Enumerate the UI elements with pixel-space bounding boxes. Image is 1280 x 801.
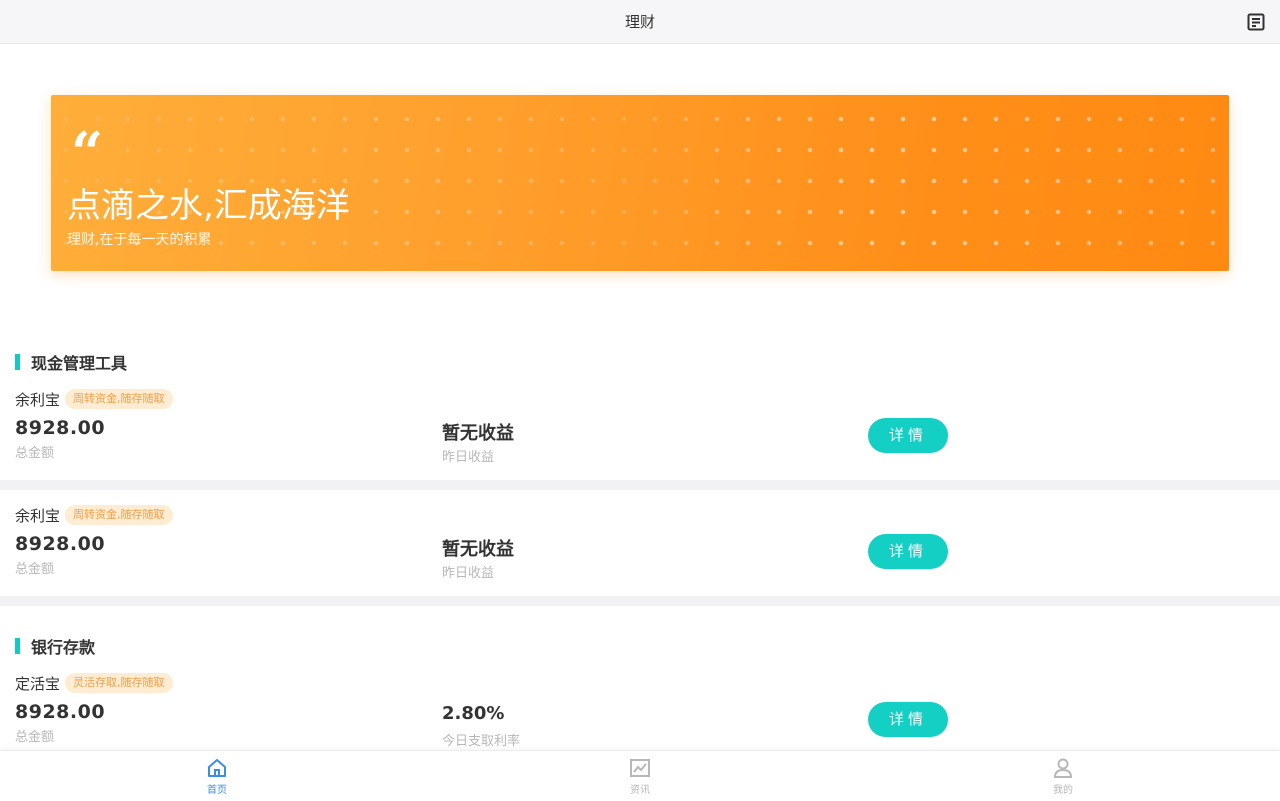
detail-button[interactable]: 详情 — [868, 418, 948, 453]
product-tag: 灵活存取,随存随取 — [65, 673, 173, 693]
total-amount-label: 总金额 — [15, 562, 55, 577]
promo-banner[interactable]: “ 点滴之水,汇成海洋 理财,在于每一天的积累 — [51, 95, 1229, 271]
tab-home[interactable]: 首页 — [177, 751, 257, 801]
yield-label: 昨日收益 — [442, 450, 495, 465]
user-icon — [1053, 758, 1073, 778]
detail-button[interactable]: 详情 — [868, 702, 948, 737]
page-title: 理财 — [624, 13, 655, 31]
section-title: 现金管理工具 — [31, 354, 128, 373]
section-header-bank: 银行存款 — [15, 636, 96, 657]
product-name-row: 定活宝 灵活存取,随存随取 — [15, 673, 173, 693]
product-name-row: 余利宝 周转资金,随存随取 — [15, 505, 173, 525]
product-name-row: 余利宝 周转资金,随存随取 — [15, 389, 173, 409]
tab-label: 首页 — [207, 785, 227, 796]
section-header-cash: 现金管理工具 — [15, 352, 128, 373]
interest-rate: 2.80% — [442, 703, 505, 724]
tab-news[interactable]: 资讯 — [600, 751, 680, 801]
divider — [0, 480, 1280, 490]
top-navbar: 理财 — [0, 0, 1280, 44]
tab-mine[interactable]: 我的 — [1023, 751, 1103, 801]
yield-label: 昨日收益 — [442, 566, 495, 581]
total-amount-label: 总金额 — [15, 446, 55, 461]
bottom-tabbar: 首页 资讯 我的 — [0, 750, 1280, 800]
yield-value: 暂无收益 — [442, 539, 514, 560]
total-amount: 8928.00 — [15, 417, 106, 439]
total-amount: 8928.00 — [15, 701, 106, 723]
quote-mark: “ — [71, 120, 104, 186]
home-icon — [208, 759, 226, 777]
section-title: 银行存款 — [31, 638, 96, 657]
product-tag: 周转资金,随存随取 — [65, 505, 173, 525]
tab-label: 资讯 — [630, 785, 650, 796]
product-name: 余利宝 — [15, 390, 61, 409]
total-amount: 8928.00 — [15, 533, 106, 555]
section-accent-bar — [15, 354, 20, 370]
tab-label: 我的 — [1053, 785, 1073, 796]
product-name: 余利宝 — [15, 506, 61, 525]
detail-button[interactable]: 详情 — [868, 534, 948, 569]
interest-rate-label: 今日支取利率 — [442, 734, 521, 749]
banner-title: 点滴之水,汇成海洋 — [67, 186, 350, 226]
total-amount-label: 总金额 — [15, 730, 55, 745]
yield-value: 暂无收益 — [442, 423, 514, 444]
chart-icon — [630, 759, 650, 777]
product-name: 定活宝 — [15, 674, 61, 693]
document-icon[interactable] — [1246, 12, 1266, 32]
product-tag: 周转资金,随存随取 — [65, 389, 173, 409]
banner-subtitle: 理财,在于每一天的积累 — [67, 232, 212, 248]
section-accent-bar — [15, 638, 20, 654]
divider — [0, 596, 1280, 606]
